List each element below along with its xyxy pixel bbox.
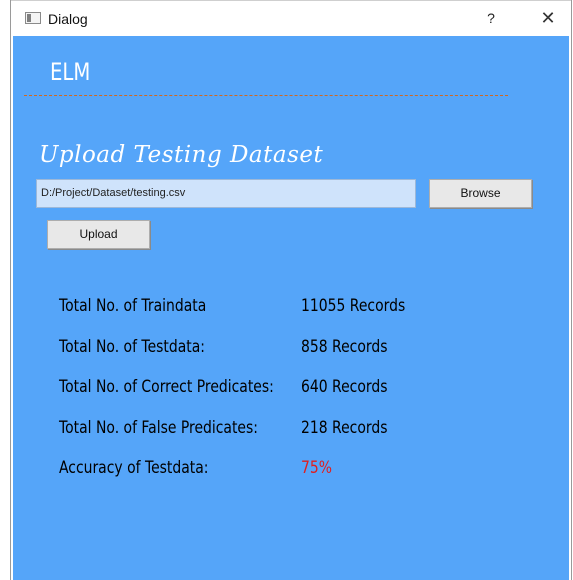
stat-value-testdata: 858 Records bbox=[301, 337, 388, 357]
dialog-content: ELM Upload Testing Dataset D:/Project/Da… bbox=[13, 36, 569, 580]
stat-value-accuracy: 75% bbox=[301, 458, 332, 478]
dialog-window: Dialog ? ✕ ELM Upload Testing Dataset D:… bbox=[10, 0, 572, 580]
window-icon bbox=[25, 12, 41, 24]
upload-button[interactable]: Upload bbox=[47, 220, 150, 249]
stat-label-accuracy: Accuracy of Testdata: bbox=[59, 458, 209, 478]
title-bar[interactable]: Dialog ? ✕ bbox=[11, 2, 571, 36]
stat-label-false: Total No. of False Predicates: bbox=[59, 418, 258, 438]
stat-value-traindata: 11055 Records bbox=[301, 296, 406, 316]
stat-label-traindata: Total No. of Traindata bbox=[59, 296, 207, 316]
stat-label-testdata: Total No. of Testdata: bbox=[59, 337, 205, 357]
window-title: Dialog bbox=[48, 11, 88, 27]
title-divider bbox=[24, 95, 508, 96]
app-title: ELM bbox=[50, 58, 91, 86]
stat-value-correct: 640 Records bbox=[301, 377, 388, 397]
help-button[interactable]: ? bbox=[483, 10, 499, 28]
upload-section-title: Upload Testing Dataset bbox=[39, 142, 324, 168]
dataset-path-input[interactable]: D:/Project/Dataset/testing.csv bbox=[36, 179, 416, 208]
stat-value-false: 218 Records bbox=[301, 418, 388, 438]
stat-label-correct: Total No. of Correct Predicates: bbox=[59, 377, 274, 397]
window-top-border bbox=[11, 0, 571, 1]
close-icon[interactable]: ✕ bbox=[538, 8, 558, 28]
browse-button[interactable]: Browse bbox=[429, 179, 532, 208]
